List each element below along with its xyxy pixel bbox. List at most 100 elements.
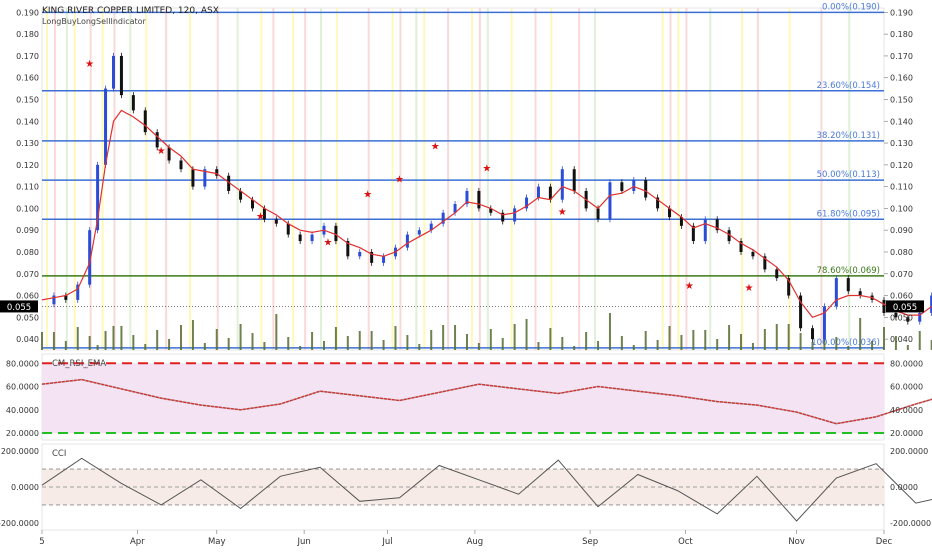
candle-body — [417, 230, 421, 235]
time-tick-label: Oct — [678, 537, 693, 547]
rsi-band — [42, 363, 884, 434]
volume-bar — [573, 346, 576, 350]
candle-body — [405, 234, 409, 248]
chart-svg[interactable]: 0.00%(0.190)23.60%(0.154)38.20%(0.131)50… — [0, 0, 932, 550]
time-tick-label: 5 — [39, 537, 44, 547]
time-tick-label: Jul — [381, 537, 392, 547]
rsi-ytick-label-left: 20.0000 — [6, 429, 39, 438]
cci-ytick-label: -200.0000 — [890, 519, 931, 528]
volume-bar — [716, 339, 719, 350]
volume-bar — [430, 330, 433, 350]
volume-bar — [835, 337, 838, 350]
volume-bar — [871, 341, 874, 350]
volume-bar — [156, 330, 159, 350]
price-ytick-label-left: 0.090 — [16, 226, 39, 235]
volume-bar — [311, 332, 314, 350]
price-ytick-label-left: 0.170 — [16, 52, 39, 61]
volume-bar — [704, 330, 707, 350]
fib-level-label: 50.00%(0.113) — [817, 170, 880, 180]
volume-bar — [120, 326, 123, 350]
time-tick-label: May — [208, 537, 226, 547]
volume-bar — [620, 336, 623, 350]
signal-star-icon: ★ — [431, 142, 440, 153]
fib-level-label: 0.00%(0.190) — [822, 2, 880, 12]
rsi-ytick-label: 60.0000 — [890, 383, 923, 392]
signal-star-icon: ★ — [558, 207, 567, 218]
volume-bar — [513, 324, 516, 350]
candle-body — [644, 180, 648, 198]
signal-stripe — [470, 8, 473, 350]
volume-bar — [52, 332, 55, 350]
time-tick-label: Nov — [788, 537, 805, 547]
volume-bar — [751, 343, 754, 350]
volume-bar — [263, 342, 266, 350]
price-ytick-label-left: 0.190 — [16, 8, 39, 17]
candle-body — [608, 182, 612, 220]
signal-stripe — [709, 8, 712, 350]
candle-body — [111, 55, 115, 89]
volume-bar — [454, 325, 457, 350]
price-ytick-label-left: 0.050 — [16, 313, 39, 322]
fib-level-label: 61.80%(0.095) — [817, 209, 880, 219]
price-ytick-label-left: 0.140 — [16, 117, 39, 126]
volume-bar — [763, 329, 766, 350]
volume-bar — [382, 340, 385, 350]
volume-bar — [477, 343, 480, 350]
volume-bar — [144, 344, 147, 350]
rsi-ytick-label-left: 60.0000 — [6, 383, 39, 392]
signal-star-icon: ★ — [157, 146, 166, 157]
volume-bar — [334, 327, 337, 350]
volume-bar — [191, 320, 194, 350]
volume-bar — [358, 331, 361, 350]
volume-bar — [918, 331, 921, 350]
candle-body — [167, 147, 171, 161]
signal-stripe — [415, 8, 418, 350]
price-ytick-label-left: 0.070 — [16, 270, 39, 279]
candle-body — [52, 295, 56, 305]
indicator-name: LongBuyLongSellIndicator — [42, 17, 147, 26]
volume-bar — [465, 334, 468, 350]
volume-bar — [489, 329, 492, 350]
volume-bar — [394, 326, 397, 350]
volume-bar — [811, 342, 814, 350]
signal-stripe — [447, 8, 450, 350]
volume-bar — [692, 330, 695, 350]
signal-stripe — [236, 8, 239, 350]
cci-ytick-label-left: -200.0000 — [0, 519, 39, 528]
candle-body — [119, 55, 123, 96]
volume-bar — [847, 346, 850, 350]
chart-canvas[interactable]: 0.00%(0.190) 23.60%(0.154) 38.20%(0.131) 50… — [0, 0, 932, 550]
cci-title: CCI — [52, 449, 66, 459]
signal-stripe — [73, 8, 76, 350]
volume-bar — [299, 346, 302, 350]
time-tick-label: Sep — [582, 537, 598, 547]
signal-stripe — [669, 8, 672, 350]
volume-bar — [239, 324, 242, 350]
volume-bar — [227, 338, 230, 350]
cci-ytick-label: 200.0000 — [890, 447, 928, 456]
candle-body — [572, 169, 576, 191]
candle-body — [334, 225, 338, 242]
price-ytick-label-left: 0.110 — [16, 183, 39, 192]
candle-body — [477, 190, 481, 209]
cci-ytick-label: 0.0000 — [890, 483, 918, 492]
rsi-ytick-label-left: 40.0000 — [6, 406, 39, 415]
price-ytick-label: 0.130 — [890, 139, 913, 148]
price-ytick-label-left: 0.180 — [16, 30, 39, 39]
price-ytick-label: 0.110 — [890, 183, 913, 192]
candle-body — [179, 160, 183, 170]
signal-star-icon: ★ — [395, 174, 404, 185]
rsi-ytick-label-left: 80.0000 — [6, 359, 39, 368]
candle-body — [811, 328, 815, 340]
candle-body — [104, 88, 108, 165]
signal-stripe — [292, 8, 295, 350]
candle-body — [775, 269, 779, 279]
price-ytick-label: 0.080 — [890, 248, 913, 257]
volume-bar — [168, 339, 171, 350]
signal-stripe — [165, 8, 168, 350]
signal-stripe — [367, 8, 370, 350]
time-tick-label: Aug — [467, 537, 484, 547]
volume-bar — [859, 318, 862, 350]
signal-stripe — [510, 8, 513, 350]
price-ytick-label: 0.170 — [890, 52, 913, 61]
